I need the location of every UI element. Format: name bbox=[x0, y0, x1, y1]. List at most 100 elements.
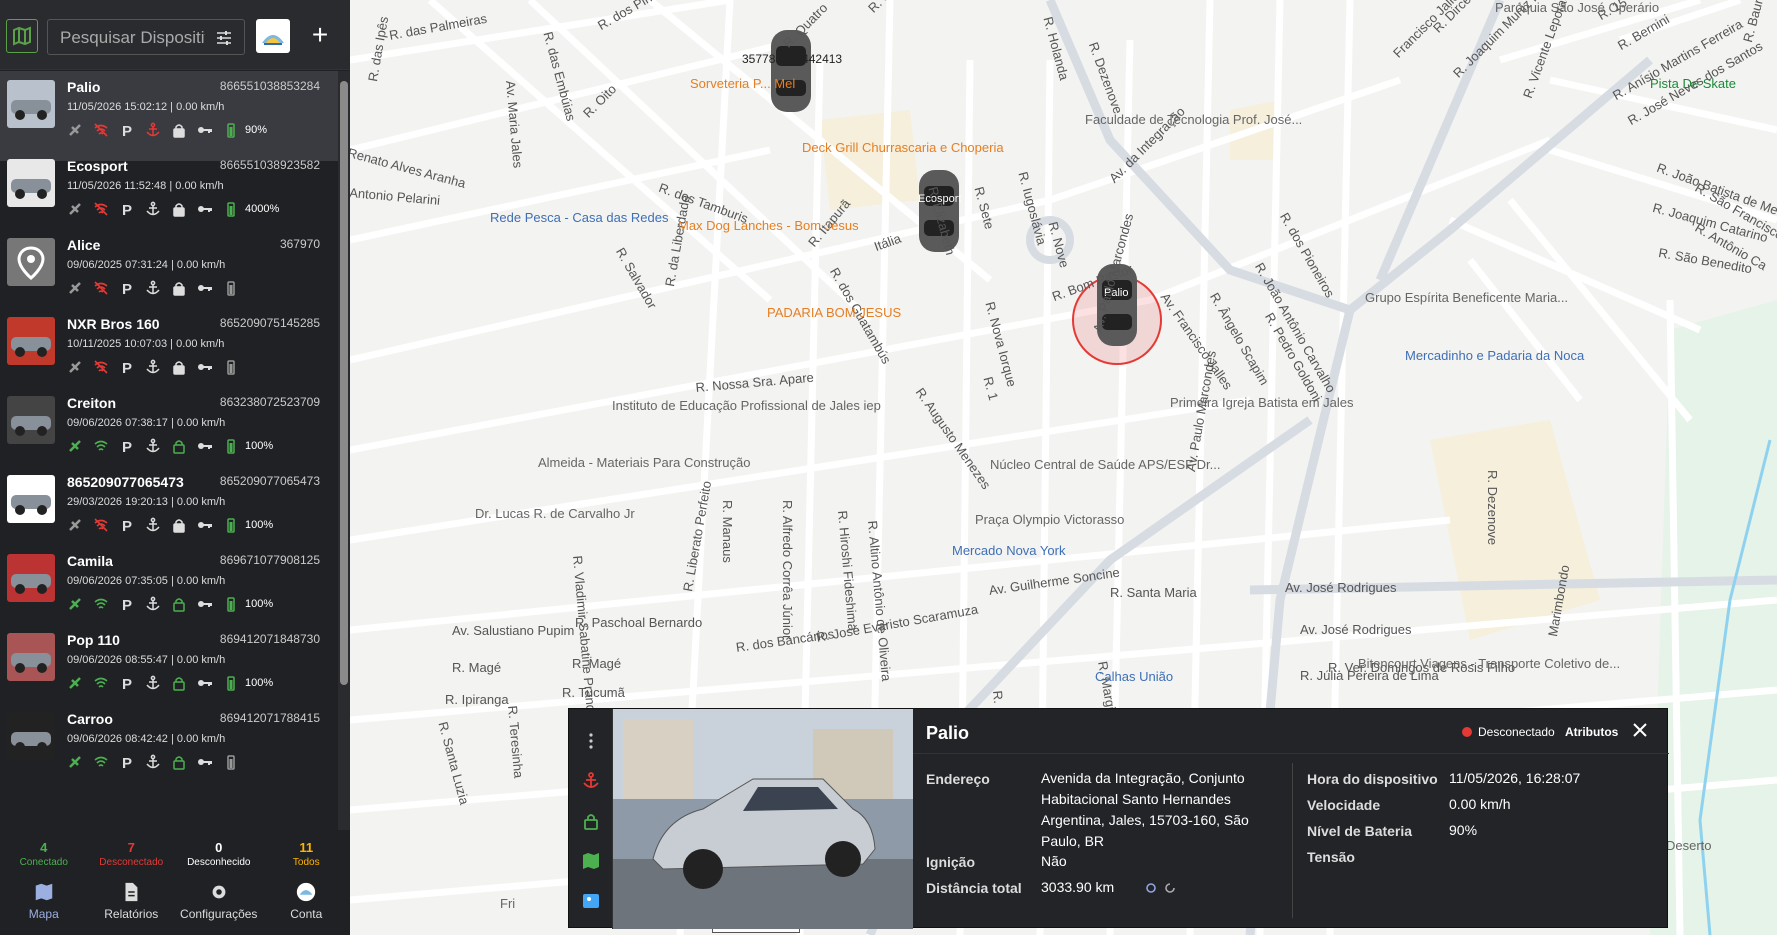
status-count[interactable]: 4 Conectado bbox=[0, 832, 88, 872]
refresh-icon[interactable] bbox=[1163, 881, 1177, 895]
svg-text:P: P bbox=[122, 202, 132, 217]
car-label: 357789049442413 bbox=[742, 52, 843, 66]
satellite-icon bbox=[69, 598, 81, 610]
anchor-icon[interactable] bbox=[581, 771, 601, 791]
search-box bbox=[47, 19, 245, 55]
device-list-item[interactable]: Carroo 869412071788415 09/06/2026 08:42:… bbox=[0, 703, 338, 793]
poi-label[interactable]: Praça Olympio Victorasso bbox=[975, 512, 1124, 527]
nav-map[interactable]: Mapa bbox=[0, 876, 88, 935]
lock-icon bbox=[173, 677, 185, 691]
device-list-item[interactable]: Creiton 863238072523709 09/06/2026 07:38… bbox=[0, 387, 338, 477]
panel-actions bbox=[569, 709, 613, 929]
device-id: 866551038853284 bbox=[219, 79, 320, 93]
device-name: Creiton bbox=[67, 395, 116, 411]
nav-gear[interactable]: Configurações bbox=[175, 876, 263, 935]
field-key: Endereço bbox=[926, 771, 990, 787]
device-status-icons: P bbox=[67, 278, 245, 298]
poi-label[interactable]: PADARIA BOM JESUS bbox=[767, 305, 901, 320]
map-icon[interactable] bbox=[581, 851, 601, 871]
device-thumbnail bbox=[7, 554, 55, 602]
status-summary: 4 Conectado 7 Desconectado 0 Desconhecido 11 To… bbox=[0, 832, 350, 872]
device-list-item[interactable]: 865209077065473 865209077065473 29/03/20… bbox=[0, 466, 338, 556]
poi-label[interactable]: Faculdade de Tecnologia Prof. José... bbox=[1085, 112, 1302, 127]
device-info-panel: Palio Desconectado Atributos Endereço Av… bbox=[568, 708, 1669, 929]
parking-icon: P bbox=[122, 360, 132, 375]
status-count[interactable]: 0 Desconhecido bbox=[175, 832, 263, 872]
key-icon bbox=[198, 522, 212, 528]
poi-label[interactable]: Mercadinho e Padaria da Noca bbox=[1405, 348, 1584, 363]
poi-label[interactable]: Paróquia São José Operário bbox=[1495, 0, 1659, 15]
wifi-icon bbox=[94, 440, 108, 451]
poi-label[interactable]: Deck Grill Churrascaria e Choperia bbox=[802, 140, 1004, 155]
key-icon bbox=[198, 206, 212, 212]
panel-title: Palio bbox=[926, 723, 970, 743]
svg-text:P: P bbox=[122, 518, 132, 533]
poi-label[interactable]: Almeida - Materiais Para Construção bbox=[538, 455, 750, 470]
street-label: R. Magé bbox=[572, 656, 622, 671]
poi-label[interactable]: Calhas União bbox=[1095, 669, 1173, 684]
poi-label[interactable]: Núcleo Central de Saúde APS/ESF Dr... bbox=[990, 457, 1221, 472]
street-label: R. Magé bbox=[452, 660, 502, 675]
poi-label[interactable]: Instituto de Educação Profissional de Ja… bbox=[612, 398, 881, 413]
device-list-item[interactable]: NXR Bros 160 865209075145285 10/11/2025 … bbox=[0, 308, 338, 398]
poi-label[interactable]: Sorveteria P... Mel bbox=[690, 76, 795, 91]
lock-icon bbox=[173, 598, 185, 612]
poi-label[interactable]: Rede Pesca - Casa das Redes bbox=[490, 210, 668, 225]
poi-label[interactable]: Mercado Nova York bbox=[952, 543, 1065, 558]
svg-text:P: P bbox=[122, 360, 132, 375]
device-list-item[interactable]: Alice 367970 09/06/2025 07:31:24 | 0.00 … bbox=[0, 229, 338, 319]
parking-icon: P bbox=[122, 281, 132, 296]
search-input[interactable] bbox=[60, 27, 205, 49]
lock-icon bbox=[173, 756, 185, 770]
satellite-icon bbox=[69, 124, 81, 136]
company-logo[interactable] bbox=[256, 19, 290, 53]
nav-report[interactable]: Relatórios bbox=[88, 876, 176, 935]
filter-icon[interactable] bbox=[214, 28, 234, 48]
poi-label[interactable]: Max Dog Lanches - Bom Jesus bbox=[678, 218, 859, 233]
poi-label[interactable]: Pista De Skate bbox=[1650, 76, 1736, 91]
device-status-icons: P 100% bbox=[67, 515, 273, 535]
poi-label[interactable]: Grupo Espírita Beneficente Maria... bbox=[1365, 290, 1568, 305]
add-device-button[interactable]: + bbox=[306, 18, 334, 52]
poi-label[interactable]: Primeira Igreja Batista em Jales bbox=[1170, 395, 1354, 410]
attributes-button[interactable]: Atributos bbox=[1565, 725, 1618, 739]
battery-icon bbox=[227, 597, 235, 612]
speed-value: 0.00 km/h bbox=[1449, 796, 1511, 812]
device-last-update: 29/03/2026 19:20:13 | 0.00 km/h bbox=[67, 496, 226, 508]
battery-icon bbox=[227, 123, 235, 138]
poi-label[interactable]: Deserto bbox=[1666, 838, 1712, 853]
street-label: Av. José Rodrigues bbox=[1285, 580, 1397, 595]
device-status-icons: P 100% bbox=[67, 436, 273, 456]
field-key: Tensão bbox=[1307, 849, 1355, 865]
street-label: Av. José Rodrigues bbox=[1300, 622, 1412, 637]
map-toggle-button[interactable] bbox=[6, 19, 38, 53]
battery-icon bbox=[227, 676, 235, 691]
device-status-icons: P 4000% bbox=[67, 199, 279, 219]
parking-icon: P bbox=[122, 676, 132, 691]
more-icon[interactable] bbox=[581, 731, 601, 751]
status-count[interactable]: 11 Todos bbox=[263, 832, 351, 872]
poi-label[interactable]: Fri bbox=[500, 896, 515, 911]
device-status-icons: P bbox=[67, 752, 245, 772]
wifi-off-icon bbox=[94, 123, 108, 137]
device-list-item[interactable]: Ecosport 866551038923582 11/05/2026 11:5… bbox=[0, 150, 338, 240]
parking-icon: P bbox=[122, 123, 132, 138]
settings-icon[interactable] bbox=[1144, 881, 1158, 895]
scrollbar[interactable] bbox=[338, 71, 350, 830]
device-list-item[interactable]: Pop 110 869412071848730 09/06/2026 08:55… bbox=[0, 624, 338, 714]
poi-label[interactable]: Dr. Lucas R. de Carvalho Jr bbox=[475, 506, 635, 521]
device-status-icons: P 100% bbox=[67, 594, 273, 614]
street-view-icon[interactable] bbox=[581, 891, 601, 911]
device-list-item[interactable]: Palio 866551038853284 11/05/2026 15:02:1… bbox=[0, 71, 338, 161]
parking-icon: P bbox=[122, 202, 132, 217]
key-icon bbox=[198, 127, 212, 133]
poi-label[interactable]: Bitencourt Viagens - Transporte Coletivo… bbox=[1358, 656, 1620, 671]
anchor-icon bbox=[146, 122, 160, 137]
street-label: R. Alfredo Corrêa Júnior bbox=[780, 500, 795, 640]
device-list-item[interactable]: Camila 869671077908125 09/06/2026 07:35:… bbox=[0, 545, 338, 635]
status-count[interactable]: 7 Desconectado bbox=[88, 832, 176, 872]
nav-account[interactable]: Conta bbox=[263, 876, 351, 935]
wifi-icon bbox=[94, 598, 108, 609]
lock-icon[interactable] bbox=[581, 811, 601, 831]
close-icon[interactable] bbox=[1629, 719, 1651, 741]
